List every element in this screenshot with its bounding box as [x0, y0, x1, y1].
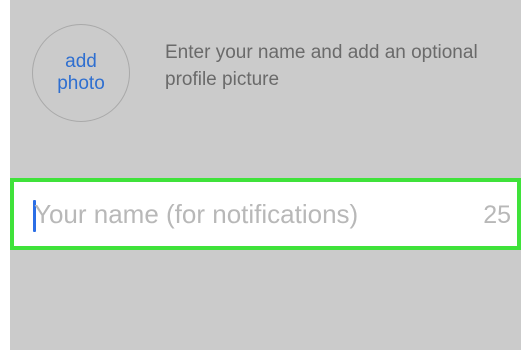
name-field-row[interactable]: 25	[10, 178, 521, 250]
add-photo-label-line1: add	[65, 51, 97, 72]
name-input[interactable]	[34, 192, 454, 236]
add-photo-button[interactable]: add photo	[32, 24, 130, 122]
add-photo-label-line2: photo	[57, 73, 105, 94]
profile-instructions: Enter your name and add an optional prof…	[165, 42, 478, 90]
character-counter: 25	[483, 201, 511, 229]
profile-setup-screen: add photo Enter your name and add an opt…	[10, 0, 521, 350]
